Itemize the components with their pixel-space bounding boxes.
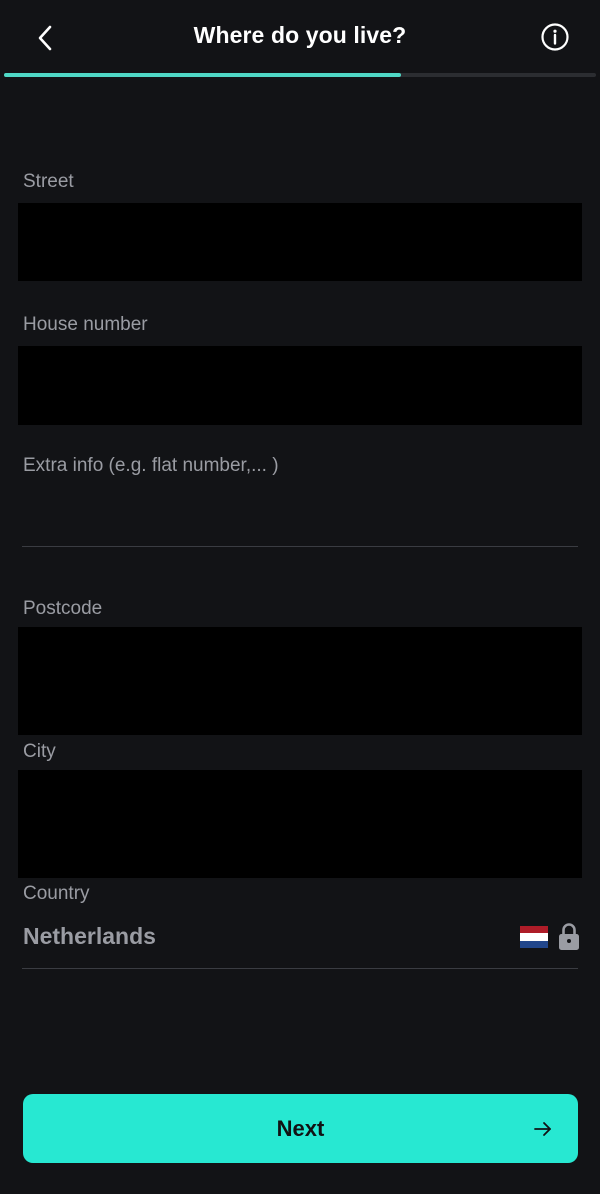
info-button[interactable] [540, 22, 570, 52]
netherlands-flag-icon [520, 926, 548, 948]
next-button[interactable]: Next [23, 1094, 578, 1163]
lock-icon [559, 923, 579, 950]
country-label: Country [23, 883, 90, 904]
page-title: Where do you live? [193, 22, 407, 48]
flag-stripe-red [520, 926, 548, 934]
country-value: Netherlands [23, 923, 156, 949]
flag-stripe-blue [520, 940, 548, 948]
street-input[interactable] [18, 203, 582, 281]
house-number-label: House number [23, 314, 148, 335]
extra-info-input[interactable] [23, 448, 578, 484]
next-button-label: Next [276, 1115, 325, 1141]
city-label: City [23, 741, 56, 762]
postcode-input[interactable] [18, 627, 582, 735]
header: Where do you live? [0, 0, 600, 77]
progress-fill [4, 73, 401, 77]
flag-stripe-white [520, 933, 548, 941]
extra-info-underline [22, 546, 578, 547]
house-number-input[interactable] [18, 346, 582, 425]
info-circle-icon [541, 23, 569, 51]
address-screen: Where do you live? Street House number P… [0, 0, 600, 1194]
city-input[interactable] [18, 770, 582, 878]
postcode-label: Postcode [23, 598, 103, 619]
progress-bar [4, 73, 596, 77]
country-underline [22, 968, 578, 969]
arrow-right-icon [534, 1122, 551, 1136]
street-label: Street [23, 171, 74, 192]
